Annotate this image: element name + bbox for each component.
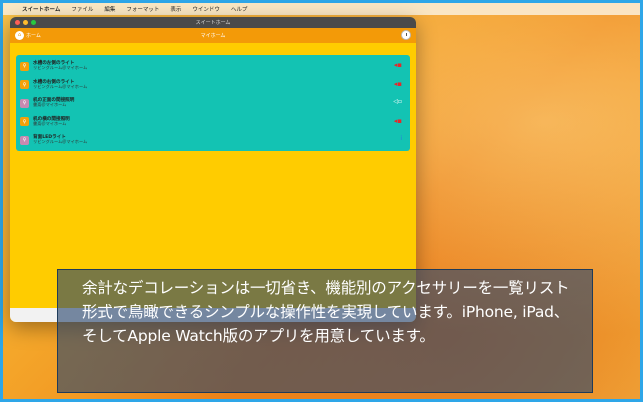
device-room: 書斎＠マイホーム (33, 120, 67, 126)
window-title: スイートホーム (195, 20, 231, 26)
list-item[interactable]: ♀ 水槽の左側のライト リビングルーム＠マイホーム ◂▪ (20, 57, 406, 76)
window-titlebar[interactable]: スイートホーム (10, 17, 416, 28)
device-room: リビングルーム＠マイホーム (33, 83, 88, 89)
home-icon: ⌂ (15, 31, 24, 40)
menu-app-name[interactable]: スイートホーム (22, 5, 60, 13)
home-button-label: ホーム (26, 33, 41, 39)
menu-edit[interactable]: 編集 (104, 5, 115, 13)
menu-format[interactable]: フォーマット (126, 5, 159, 13)
info-indicator-icon[interactable]: ⅰ (400, 136, 402, 142)
window-controls (15, 20, 36, 25)
minimize-window-button[interactable] (23, 20, 28, 25)
clock-icon[interactable] (401, 30, 411, 40)
menu-file[interactable]: ファイル (71, 5, 93, 13)
navigation-bar: ⌂ ホーム マイホーム (10, 28, 416, 43)
lightbulb-icon: ♀ (20, 135, 29, 145)
menu-view[interactable]: 表示 (170, 5, 181, 13)
lightbulb-icon: ♀ (20, 61, 29, 71)
device-room: リビングルーム＠マイホーム (33, 139, 88, 145)
list-item[interactable]: ♀ 机の横の間接照明 書斎＠マイホーム ◂▪ (20, 113, 406, 132)
list-item[interactable]: ♀ 机の正面の間接照明 書斎＠マイホーム ◁▫ (20, 94, 406, 113)
list-item[interactable]: ♀ 水槽の右側のライト リビングルーム＠マイホーム ◂▪ (20, 76, 406, 95)
home-button[interactable]: ⌂ ホーム (15, 31, 41, 40)
menu-bar: スイートホーム ファイル 編集 フォーマット 表示 ウインドウ ヘルプ (3, 3, 640, 15)
lightbulb-icon: ♀ (20, 117, 29, 127)
power-on-indicator-icon[interactable]: ◂▪ (394, 80, 402, 88)
zoom-window-button[interactable] (31, 20, 36, 25)
list-item[interactable]: ♀ 背面LEDライト リビングルーム＠マイホーム ⅰ (20, 131, 406, 150)
lightbulb-icon: ♀ (20, 98, 29, 108)
lightbulb-icon: ♀ (20, 80, 29, 90)
power-off-indicator-icon[interactable]: ◁▫ (393, 99, 402, 105)
power-on-indicator-icon[interactable]: ◂▪ (394, 117, 402, 125)
device-room: 書斎＠マイホーム (33, 102, 67, 108)
device-room: リビングルーム＠マイホーム (33, 65, 88, 71)
promo-caption: 余計なデコレーションは一切省き、機能別のアクセサリーを一覧リスト形式で鳥瞰できる… (57, 269, 593, 393)
menu-help[interactable]: ヘルプ (231, 5, 248, 13)
power-on-indicator-icon[interactable]: ◂▪ (394, 62, 402, 69)
menu-window[interactable]: ウインドウ (192, 5, 220, 13)
nav-title: マイホーム (200, 33, 226, 39)
caption-text: 余計なデコレーションは一切省き、機能別のアクセサリーを一覧リスト形式で鳥瞰できる… (82, 279, 570, 345)
accessory-list: ♀ 水槽の左側のライト リビングルーム＠マイホーム ◂▪ ♀ 水槽の右側のライト… (16, 55, 410, 151)
close-window-button[interactable] (15, 20, 20, 25)
